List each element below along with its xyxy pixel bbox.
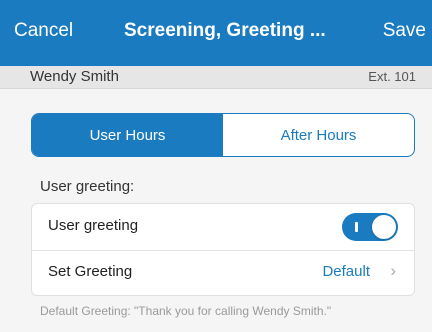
save-button[interactable]: Save xyxy=(383,20,426,42)
user-greeting-row: User greeting xyxy=(32,204,414,251)
section-label: User greeting: xyxy=(40,178,135,195)
hours-segmented-control: User Hours After Hours xyxy=(31,113,415,157)
user-greeting-toggle[interactable] xyxy=(342,213,398,241)
set-greeting-row[interactable]: Set Greeting Default › xyxy=(32,250,414,296)
chevron-right-icon: › xyxy=(390,261,396,280)
page-title: Screening, Greeting ... xyxy=(124,20,326,41)
greeting-settings-card: User greeting Set Greeting Default › xyxy=(31,203,415,296)
tab-user-hours[interactable]: User Hours xyxy=(32,114,223,156)
set-greeting-value: Default xyxy=(322,263,370,280)
user-extension: Ext. 101 xyxy=(368,69,416,84)
navigation-bar: Cancel Screening, Greeting ... Save xyxy=(0,0,432,66)
set-greeting-label: Set Greeting xyxy=(48,263,133,280)
toggle-on-indicator xyxy=(355,222,358,232)
user-name: Wendy Smith xyxy=(30,68,119,85)
user-greeting-label: User greeting xyxy=(48,217,139,234)
tab-after-hours[interactable]: After Hours xyxy=(223,114,414,156)
default-greeting-note: Default Greeting: "Thank you for calling… xyxy=(40,304,332,318)
toggle-knob xyxy=(372,215,396,239)
cancel-button[interactable]: Cancel xyxy=(14,20,73,42)
user-info-bar: Wendy Smith Ext. 101 xyxy=(0,66,432,89)
